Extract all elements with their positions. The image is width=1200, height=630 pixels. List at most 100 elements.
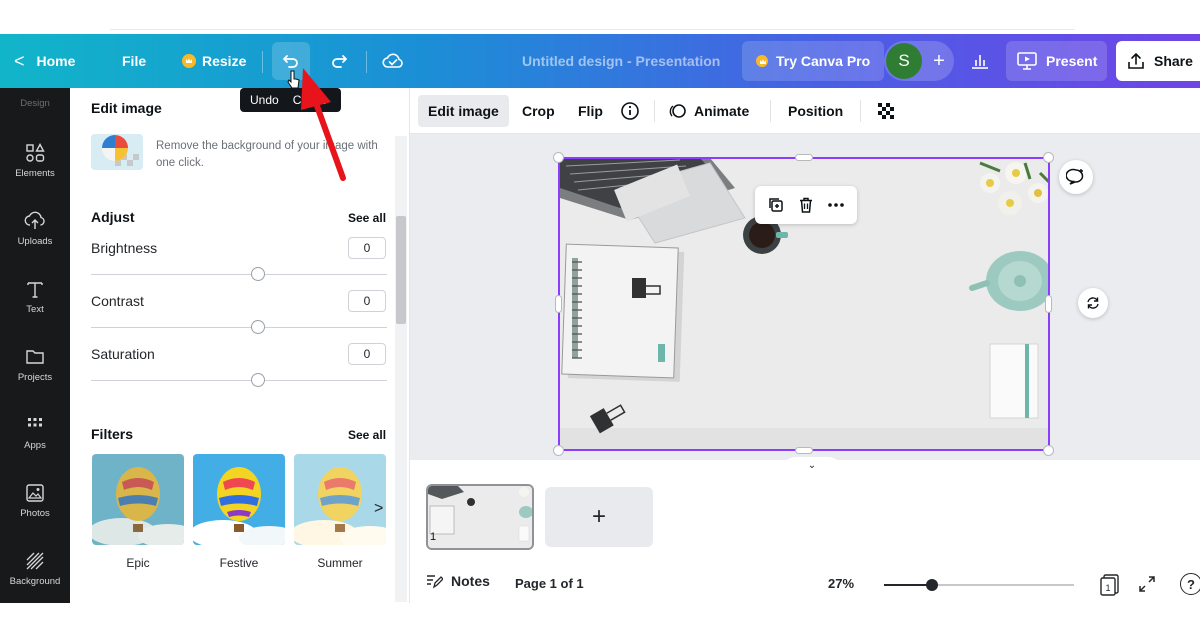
rail-item-photos[interactable]: Photos	[0, 468, 70, 532]
divider	[860, 100, 861, 122]
photo-icon	[26, 483, 44, 502]
saturation-slider[interactable]	[91, 373, 387, 387]
resize-handle-w[interactable]	[555, 295, 562, 313]
adjust-see-all-link[interactable]: See all	[348, 211, 386, 225]
page-count-badge: 1	[1105, 583, 1110, 593]
rail-item-projects[interactable]: Projects	[0, 332, 70, 396]
resize-handle-n[interactable]	[795, 154, 813, 161]
rail-item-text[interactable]: Text	[0, 264, 70, 328]
filter-label: Epic	[126, 556, 150, 570]
rail-item-apps[interactable]: Apps	[0, 400, 70, 464]
chevron-right-icon[interactable]: >	[374, 500, 383, 518]
share-label: Share	[1154, 53, 1193, 69]
zoom-percentage[interactable]: 27%	[828, 576, 854, 591]
background-pattern-icon	[26, 552, 44, 569]
resize-handle-s[interactable]	[795, 447, 813, 454]
home-label: Home	[36, 53, 76, 69]
saturation-label: Saturation	[91, 346, 155, 362]
insights-button[interactable]	[962, 41, 998, 81]
page-thumbnail-image	[428, 486, 532, 548]
pages-strip: 1 + Notes Page 1 of 1 27% 1 ?	[410, 472, 1200, 603]
contrast-value-input[interactable]: 0	[348, 290, 386, 312]
filters-heading: Filters	[91, 426, 134, 442]
bottom-margin	[0, 603, 1200, 630]
try-canva-pro-button[interactable]: Try Canva Pro	[742, 41, 885, 81]
fullscreen-button[interactable]	[1137, 574, 1157, 599]
rail-item-label: Elements	[15, 167, 55, 179]
page-thumbnail[interactable]	[426, 484, 534, 550]
share-upload-icon	[1128, 53, 1144, 69]
resize-handle-nw[interactable]	[553, 152, 564, 163]
balloon-image	[193, 454, 285, 545]
resize-handle-sw[interactable]	[553, 445, 564, 456]
zoom-slider[interactable]	[884, 579, 1074, 591]
flip-button[interactable]: Flip	[568, 95, 613, 127]
divider	[262, 51, 263, 73]
present-icon	[1017, 52, 1037, 70]
zoom-slider-knob[interactable]	[925, 579, 938, 591]
rail-item-uploads[interactable]: Uploads	[0, 196, 70, 260]
adjust-heading: Adjust	[91, 209, 135, 225]
top-divider	[110, 29, 1075, 30]
animate-button[interactable]: Animate	[658, 95, 759, 127]
rail-item-label: Projects	[17, 371, 53, 383]
notes-button[interactable]: Notes	[425, 572, 490, 590]
filter-festive[interactable]	[193, 454, 285, 545]
brightness-value-input[interactable]: 0	[348, 237, 386, 259]
slider-knob[interactable]	[251, 267, 265, 281]
rail-item-label: Background	[9, 575, 61, 587]
panel-scrollbar[interactable]	[395, 136, 407, 602]
balloon-image	[92, 454, 184, 545]
home-button[interactable]: < Home	[14, 34, 75, 88]
filter-epic[interactable]	[92, 454, 184, 545]
more-options-icon[interactable]	[827, 196, 845, 214]
scrollbar-thumb[interactable]	[396, 216, 406, 324]
edit-image-button[interactable]: Edit image	[418, 95, 509, 127]
crop-button[interactable]: Crop	[512, 95, 565, 127]
duplicate-icon[interactable]	[767, 196, 785, 214]
page-grid-icon: 1	[1100, 574, 1119, 596]
document-title[interactable]: Untitled design - Presentation	[522, 34, 720, 88]
resize-handle-e[interactable]	[1045, 295, 1052, 313]
slider-knob[interactable]	[251, 373, 265, 387]
add-collaborator-icon[interactable]: +	[924, 41, 954, 81]
notes-label: Notes	[451, 573, 490, 589]
add-page-button[interactable]: +	[545, 487, 653, 547]
panel-title: Edit image	[91, 100, 162, 116]
rail-item-design[interactable]: Design	[0, 88, 70, 118]
saturation-value-input[interactable]: 0	[348, 343, 386, 365]
save-status-button[interactable]	[376, 42, 410, 80]
filters-see-all-link[interactable]: See all	[348, 428, 386, 442]
position-button[interactable]: Position	[778, 95, 853, 127]
present-button[interactable]: Present	[1006, 41, 1108, 81]
resize-handle-se[interactable]	[1043, 445, 1054, 456]
info-button[interactable]	[610, 95, 650, 127]
rail-item-elements[interactable]: Elements	[0, 128, 70, 192]
transparency-checker-icon	[878, 103, 894, 119]
top-bar: < Home File Resize Untitled design - Pre…	[0, 34, 1200, 88]
comment-button[interactable]	[1059, 160, 1093, 194]
resize-button[interactable]: Resize	[182, 34, 246, 88]
filter-summer[interactable]	[294, 454, 386, 545]
bg-remover-thumbnail[interactable]	[91, 134, 143, 170]
transparency-button[interactable]	[866, 95, 906, 127]
contrast-slider[interactable]	[91, 320, 387, 334]
collaborators[interactable]: S +	[884, 41, 954, 81]
share-button[interactable]: Share	[1116, 41, 1200, 81]
grid-view-button[interactable]: 1	[1098, 574, 1122, 601]
rail-item-label: Apps	[24, 439, 46, 451]
rail-item-background[interactable]: Background	[0, 536, 70, 600]
rotate-button[interactable]	[1078, 288, 1108, 318]
avatar[interactable]: S	[886, 43, 922, 79]
chevron-down-icon[interactable]: ⌄	[780, 457, 844, 473]
trash-icon[interactable]	[797, 196, 815, 214]
contrast-label: Contrast	[91, 293, 144, 309]
help-button[interactable]: ?	[1180, 573, 1200, 595]
file-menu-button[interactable]: File	[122, 34, 146, 88]
animate-icon	[669, 104, 686, 118]
resize-handle-ne[interactable]	[1043, 152, 1054, 163]
zoom-slider-fill	[884, 584, 932, 586]
slider-knob[interactable]	[251, 320, 265, 334]
brightness-slider[interactable]	[91, 267, 387, 281]
info-icon	[621, 102, 639, 120]
